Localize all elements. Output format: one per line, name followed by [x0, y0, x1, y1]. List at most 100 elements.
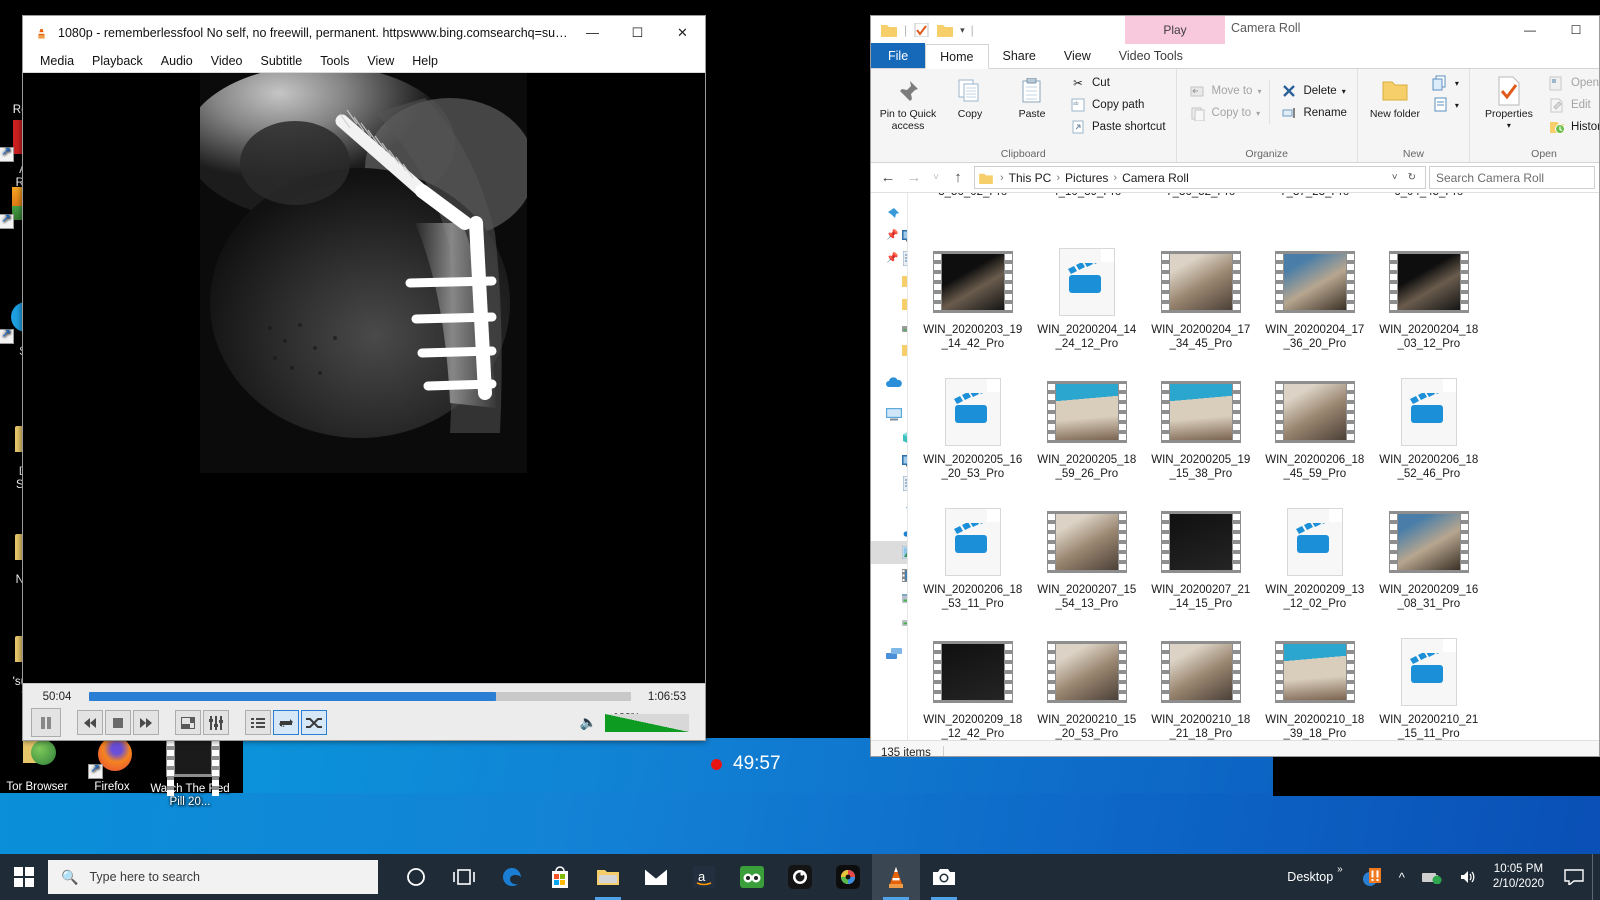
- chevron-down-icon[interactable]: ▾: [1342, 87, 1346, 96]
- file-item[interactable]: 7_37_23_Pro: [1258, 193, 1372, 239]
- tab-share[interactable]: Share: [989, 43, 1050, 68]
- file-item[interactable]: WIN_20200205_19_15_38_Pro: [1144, 369, 1258, 499]
- recent-locations-button[interactable]: ˅: [927, 166, 945, 190]
- tray-expand-icon[interactable]: ^: [1391, 870, 1413, 885]
- chevron-down-icon[interactable]: ▾: [1455, 101, 1459, 110]
- explorer-maximize-button[interactable]: ☐: [1553, 16, 1599, 44]
- sidebar-item-onedrive[interactable]: OneDrive: [871, 371, 907, 394]
- sidebar-item-network[interactable]: Network: [871, 642, 907, 665]
- file-explorer-icon[interactable]: [584, 854, 632, 900]
- file-item[interactable]: WIN_20200204_17_34_45_Pro: [1144, 239, 1258, 369]
- tray-desktop-label[interactable]: Desktop: [1287, 870, 1337, 884]
- delete-button[interactable]: Delete ▾: [1276, 80, 1350, 102]
- tab-video-tools[interactable]: Video Tools: [1105, 43, 1197, 68]
- store-icon[interactable]: [536, 854, 584, 900]
- chevron-down-icon[interactable]: ▾: [1256, 109, 1260, 118]
- vlc-window[interactable]: 1080p - rememberlessfool No self, no fre…: [22, 15, 706, 741]
- sidebar-item-pictures[interactable]: Pictures: [871, 541, 907, 564]
- vlc-menu-video[interactable]: Video: [202, 54, 252, 68]
- vlc-stop-button[interactable]: [105, 710, 131, 735]
- file-item[interactable]: WIN_20200210_18_21_18_Pro: [1144, 629, 1258, 740]
- file-list-pane[interactable]: 3_56_02_Pro 4_10_39_Pro 7_36_52_Pro 7_37_23…: [907, 193, 1599, 740]
- tripadvisor-icon[interactable]: [728, 854, 776, 900]
- new-folder-button[interactable]: New folder: [1364, 72, 1426, 120]
- sidebar-item-documents[interactable]: Documents: [871, 472, 907, 495]
- vlc-menu-media[interactable]: Media: [31, 54, 83, 68]
- vlc-loop-button[interactable]: 1: [273, 710, 299, 735]
- vlc-playlist-button[interactable]: [245, 710, 271, 735]
- vlc-menu-audio[interactable]: Audio: [152, 54, 202, 68]
- vlc-close-button[interactable]: ✕: [660, 17, 705, 49]
- chevron-down-icon[interactable]: ▾: [1455, 79, 1459, 88]
- vlc-total-time[interactable]: 1:06:53: [637, 691, 697, 703]
- sidebar-item-quick-access[interactable]: Quick access: [871, 201, 907, 224]
- vlc-volume-area[interactable]: 🔈 100%: [580, 711, 697, 732]
- sidebar-item-this-pc[interactable]: This PC: [871, 403, 907, 426]
- chevron-down-icon[interactable]: ▾: [1257, 87, 1261, 96]
- sidebar-item-downloads[interactable]: Downloads: [871, 495, 907, 518]
- file-item[interactable]: WIN_20200209_18_12_42_Pro: [916, 629, 1030, 740]
- file-item[interactable]: WIN_20200209_16_08_31_Pro: [1372, 499, 1486, 629]
- file-item[interactable]: WIN_20200206_18_45_59_Pro: [1258, 369, 1372, 499]
- sidebar-item-americavr-sheridan[interactable]: americavr-Sheridan.: [871, 270, 907, 293]
- breadcrumb-camera-roll[interactable]: Camera Roll: [1119, 171, 1192, 185]
- properties-check-icon[interactable]: [914, 23, 930, 37]
- edit-button[interactable]: Edit: [1544, 94, 1599, 116]
- refresh-icon[interactable]: ↻: [1403, 172, 1421, 183]
- tray-overflow-icon[interactable]: »: [1337, 864, 1353, 875]
- file-item[interactable]: 6_04_45_Pro: [1372, 193, 1486, 239]
- copy-to-button[interactable]: Copy to ▾: [1185, 102, 1266, 124]
- breadcrumb[interactable]: › This PC › Pictures › Camera Roll ˅ ↻: [974, 166, 1426, 189]
- vlc-title-bar[interactable]: 1080p - rememberlessfool No self, no fre…: [23, 16, 705, 49]
- pin-to-quick-access-button[interactable]: Pin to Quick access: [877, 72, 939, 132]
- file-item[interactable]: WIN_20200207_15_54_13_Pro: [1030, 499, 1144, 629]
- file-item[interactable]: 4_10_39_Pro: [1030, 193, 1144, 239]
- paste-button[interactable]: Paste: [1001, 72, 1063, 120]
- chevron-down-icon[interactable]: ▾: [960, 25, 965, 36]
- new-folder-icon[interactable]: [937, 23, 954, 37]
- sidebar-item-desktop[interactable]: Desktop: [871, 449, 907, 472]
- vlc-maximize-button[interactable]: ☐: [615, 17, 660, 49]
- camera-roll-icon[interactable]: [920, 854, 968, 900]
- vlc-menu-playback[interactable]: Playback: [83, 54, 152, 68]
- pin-icon[interactable]: 📌: [886, 253, 898, 264]
- file-item[interactable]: WIN_20200206_18_53_11_Pro: [916, 499, 1030, 629]
- copy-path-button[interactable]: ab Copy path: [1065, 94, 1170, 116]
- vlc-elapsed-time[interactable]: 50:04: [31, 691, 83, 703]
- file-item[interactable]: 7_36_52_Pro: [1144, 193, 1258, 239]
- speaker-icon[interactable]: 🔈: [580, 714, 597, 731]
- vlc-random-button[interactable]: [301, 710, 327, 735]
- vlc-menu-help[interactable]: Help: [403, 54, 447, 68]
- file-item[interactable]: WIN_20200205_16_20_53_Pro: [916, 369, 1030, 499]
- taskbar-clock[interactable]: 10:05 PM 2/10/2020: [1487, 862, 1556, 892]
- vlc-menu-view[interactable]: View: [358, 54, 403, 68]
- file-item[interactable]: WIN_20200205_18_59_26_Pro: [1030, 369, 1144, 499]
- battery-icon[interactable]: [1413, 870, 1451, 884]
- file-item[interactable]: WIN_20200203_19_14_42_Pro: [916, 239, 1030, 369]
- vlc-menu-tools[interactable]: Tools: [311, 54, 358, 68]
- sidebar-item-kimber-lee-vr-pac[interactable]: Kimber Lee - VR Pac: [871, 339, 907, 362]
- vlc-minimize-button[interactable]: —: [570, 17, 615, 49]
- file-item[interactable]: WIN_20200204_18_03_12_Pro: [1372, 239, 1486, 369]
- cortana-icon[interactable]: [392, 854, 440, 900]
- vlc-fullscreen-button[interactable]: [175, 710, 201, 735]
- open-button[interactable]: Open ▾: [1544, 72, 1599, 94]
- sidebar-item-documents[interactable]: Documents📌: [871, 247, 907, 270]
- file-item[interactable]: WIN_20200209_13_12_02_Pro: [1258, 499, 1372, 629]
- file-item[interactable]: WIN_20200210_18_39_18_Pro: [1258, 629, 1372, 740]
- sidebar-item-dcim[interactable]: DCIM: [871, 293, 907, 316]
- easy-access-button[interactable]: ▾: [1428, 94, 1463, 116]
- up-button[interactable]: ↑: [945, 166, 971, 190]
- vlc-equalizer-button[interactable]: [203, 710, 229, 735]
- address-dropdown-icon[interactable]: ˅: [1387, 172, 1403, 183]
- sidebar-item-windows-c[interactable]: Windows (C:): [871, 587, 907, 610]
- rename-button[interactable]: Rename: [1276, 102, 1350, 124]
- pin-icon[interactable]: 📌: [886, 230, 898, 241]
- taskbar-search-input[interactable]: 🔍 Type here to search: [48, 860, 378, 894]
- tab-file[interactable]: File: [871, 43, 926, 68]
- vlc-next-button[interactable]: [133, 710, 159, 735]
- move-to-button[interactable]: Move to ▾: [1185, 80, 1266, 102]
- task-view-icon[interactable]: [440, 854, 488, 900]
- file-item[interactable]: WIN_20200210_15_20_53_Pro: [1030, 629, 1144, 740]
- breadcrumb-pictures[interactable]: Pictures: [1062, 171, 1111, 185]
